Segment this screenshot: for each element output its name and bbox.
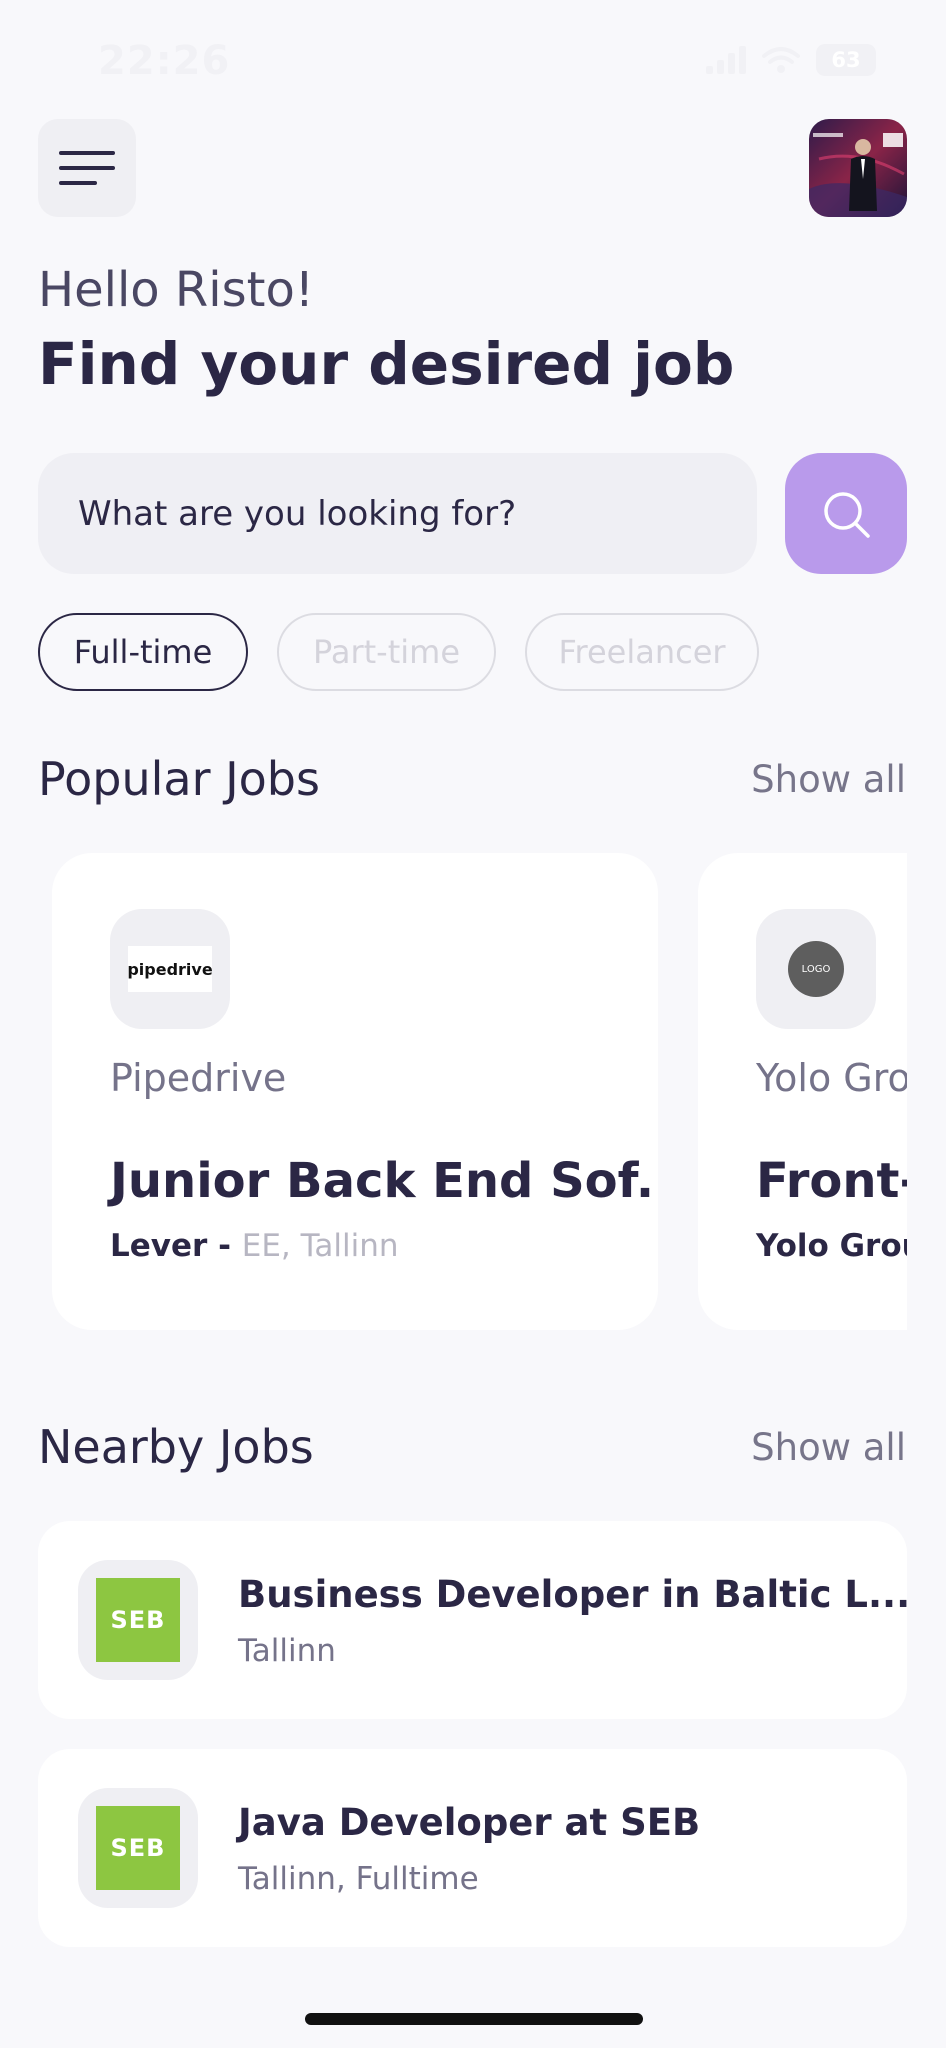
filter-chip-freelancer[interactable]: Freelancer — [525, 613, 759, 691]
pipedrive-logo-text: pipedrive — [127, 959, 213, 979]
nearby-job-location: Tallinn — [238, 1633, 336, 1669]
hamburger-menu-icon — [59, 151, 115, 185]
nearby-jobs-title: Nearby Jobs — [38, 1420, 314, 1474]
nearby-job-location: Tallinn, Fulltime — [238, 1861, 479, 1897]
battery-icon: 63 — [816, 44, 876, 76]
popular-jobs-title: Popular Jobs — [38, 752, 320, 806]
status-icons: 63 — [706, 44, 876, 76]
job-title: Junior Back End Sof... — [110, 1153, 658, 1209]
status-time: 22:26 — [98, 38, 231, 84]
popular-show-all-link[interactable]: Show all — [751, 758, 906, 801]
avatar[interactable] — [809, 119, 907, 217]
job-meta: Lever - EE, Tallinn — [110, 1228, 399, 1264]
status-bar: 22:26 63 — [0, 0, 946, 120]
search-input[interactable]: What are you looking for? — [38, 453, 757, 574]
filter-chip-full-time[interactable]: Full-time — [38, 613, 248, 691]
greeting: Hello Risto! — [38, 262, 315, 318]
job-location: EE, Tallinn — [241, 1228, 399, 1264]
job-title: Front-End Developer — [756, 1153, 907, 1209]
search-button[interactable] — [785, 453, 907, 574]
nearby-job-title: Business Developer in Baltic L... — [238, 1573, 911, 1616]
nearby-job-item[interactable]: SEB Business Developer in Baltic L... Ta… — [38, 1521, 911, 1719]
company-logo: SEB — [78, 1560, 198, 1680]
company-name: Pipedrive — [110, 1056, 287, 1100]
job-source: Yolo Group — [756, 1228, 907, 1264]
page-title: Find your desired job — [38, 330, 735, 398]
menu-button[interactable] — [38, 119, 136, 217]
company-logo: pipedrive — [110, 909, 230, 1029]
cellular-signal-icon — [706, 46, 746, 74]
nearby-job-title: Java Developer at SEB — [238, 1801, 701, 1844]
job-meta: Yolo Group — [756, 1228, 907, 1264]
seb-logo: SEB — [96, 1578, 180, 1662]
seb-logo: SEB — [96, 1806, 180, 1890]
popular-jobs-carousel[interactable]: pipedrive Pipedrive Junior Back End Sof.… — [0, 853, 907, 1330]
job-card[interactable]: LOGO Yolo Group Front-End Developer Yolo… — [698, 853, 907, 1330]
search-placeholder: What are you looking for? — [78, 493, 517, 534]
nearby-show-all-link[interactable]: Show all — [751, 1426, 906, 1469]
job-card[interactable]: pipedrive Pipedrive Junior Back End Sof.… — [52, 853, 658, 1330]
home-indicator[interactable] — [305, 2013, 643, 2025]
profile-photo — [809, 119, 907, 217]
company-logo: LOGO — [756, 909, 876, 1029]
company-logo: SEB — [78, 1788, 198, 1908]
nearby-job-item[interactable]: SEB Java Developer at SEB Tallinn, Fullt… — [38, 1749, 907, 1947]
placeholder-logo-text: LOGO — [801, 963, 831, 975]
filter-chip-part-time[interactable]: Part-time — [277, 613, 496, 691]
search-icon — [824, 491, 870, 538]
job-source: Lever - — [110, 1228, 242, 1264]
company-name: Yolo Group — [756, 1056, 907, 1100]
wifi-icon — [762, 47, 800, 73]
